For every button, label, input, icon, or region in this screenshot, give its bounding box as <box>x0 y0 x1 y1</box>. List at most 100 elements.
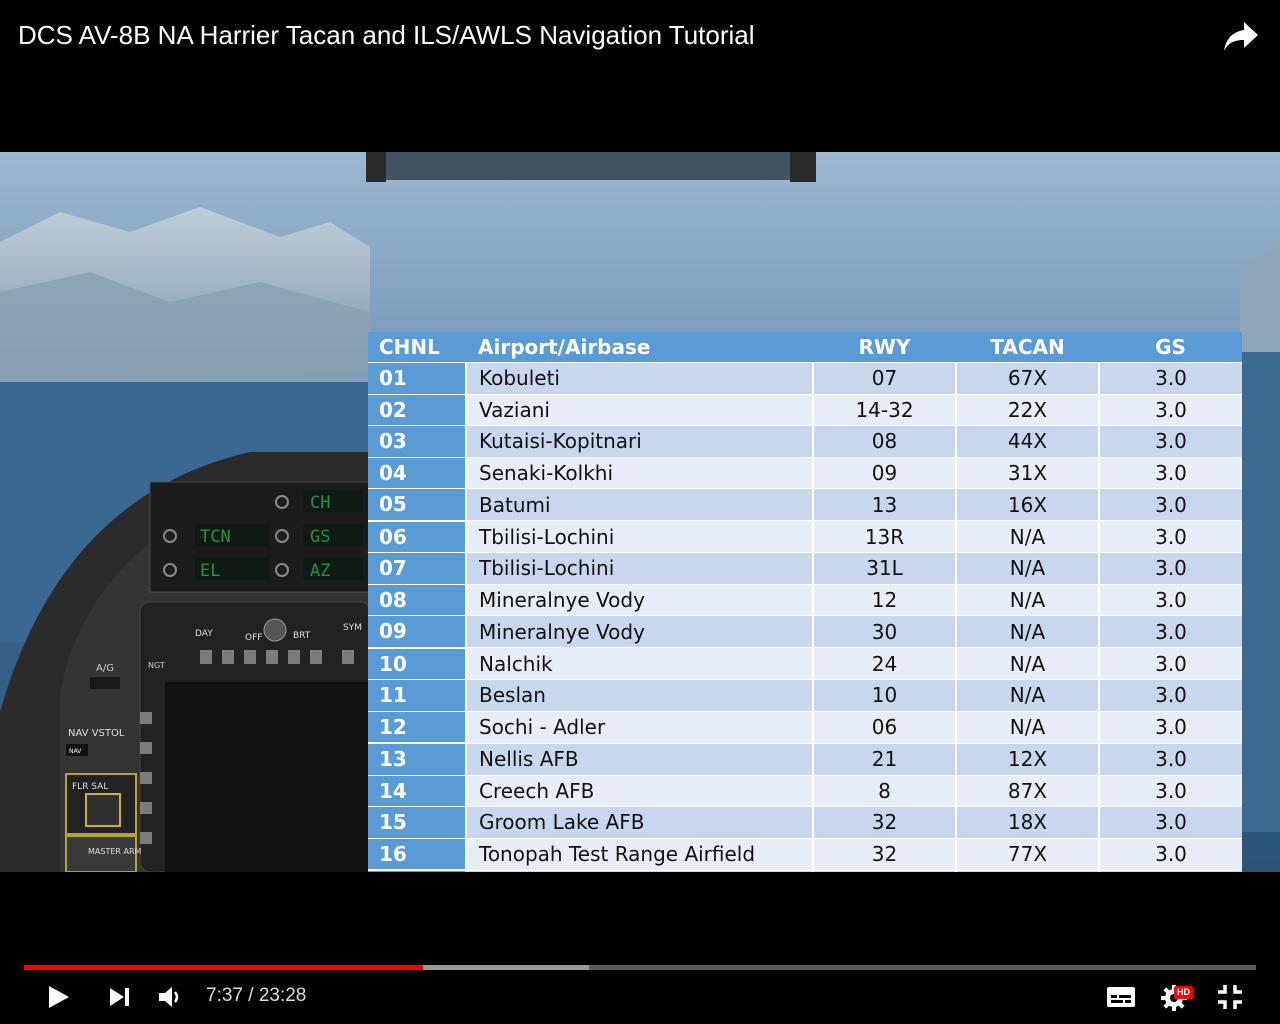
table-row: 04 Senaki-Kolkhi 09 31X 3.0 <box>368 456 1242 489</box>
subtitles-icon[interactable] <box>1106 985 1136 1009</box>
table-row: 09 Mineralnye Vody 30 N/A 3.0 <box>368 615 1242 648</box>
cell-chnl: 08 <box>368 583 466 616</box>
cell-gs: 3.0 <box>1098 583 1242 616</box>
sym-label: SYM <box>343 623 362 633</box>
table-row: 16 Tonopah Test Range Airfield 32 77X 3.0 <box>368 837 1242 870</box>
cell-tacan: N/A <box>955 710 1099 743</box>
hd-badge: HD <box>1174 986 1193 999</box>
cell-chnl: 15 <box>368 806 466 838</box>
cell-rwy: 21 <box>812 742 956 775</box>
cell-gs: 3.0 <box>1098 425 1242 457</box>
cell-tacan: 67X <box>955 362 1099 394</box>
cell-airport: Tbilisi-Lochini <box>465 552 813 584</box>
cell-chnl: 09 <box>368 615 466 648</box>
table-row: 01 Kobuleti 07 67X 3.0 <box>368 362 1242 394</box>
header-rwy: RWY <box>813 332 956 363</box>
az-label: AZ <box>310 561 330 581</box>
cell-tacan: 87X <box>955 774 1099 807</box>
cell-chnl: 11 <box>368 679 466 711</box>
exit-fullscreen-icon[interactable] <box>1216 983 1244 1011</box>
cell-chnl: 14 <box>368 774 466 807</box>
cell-airport: Beslan <box>465 679 813 711</box>
table-row: 03 Kutaisi-Kopitnari 08 44X 3.0 <box>368 425 1242 457</box>
cell-gs: 3.0 <box>1098 742 1242 775</box>
cell-rwy: 13 <box>812 488 956 521</box>
cell-chnl: 17 <box>368 869 466 872</box>
cell-tacan: N/A <box>955 647 1099 680</box>
share-arrow-icon[interactable] <box>1222 20 1260 54</box>
table-header-row: CHNL Airport/Airbase RWY TACAN GS <box>368 332 1242 363</box>
cell-tacan: 77X <box>955 837 1099 870</box>
cell-rwy: 32 <box>812 837 956 870</box>
ch-label: CH <box>310 493 330 513</box>
cell-tacan: N/A <box>955 520 1099 553</box>
table-row: 10 Nalchik 24 N/A 3.0 <box>368 646 1242 680</box>
table-row: 13 Nellis AFB 21 12X 3.0 <box>368 742 1242 775</box>
cell-chnl: 01 <box>368 362 466 394</box>
cell-rwy: 30 <box>812 615 956 648</box>
cell-chnl: 02 <box>368 393 466 426</box>
cell-airport: Mineralnye Vody <box>465 615 813 648</box>
header-tacan: TACAN <box>956 332 1099 363</box>
cell-airport: Groom Lake AFB <box>465 806 813 838</box>
volume-icon[interactable] <box>157 983 185 1011</box>
cell-airport: Nalchik <box>465 647 813 680</box>
time-total: 23:28 <box>258 985 307 1006</box>
play-icon[interactable] <box>44 983 72 1011</box>
cell-airport: Tonopah Test Range Airfield <box>465 869 813 872</box>
cell-chnl: 03 <box>368 425 466 457</box>
progress-bar[interactable] <box>24 965 1256 970</box>
cell-tacan: 16X <box>955 488 1099 521</box>
table-row: 07 Tbilisi-Lochini 31L N/A 3.0 <box>368 552 1242 584</box>
cell-tacan: N/A <box>955 679 1099 711</box>
cell-airport: Tbilisi-Lochini <box>465 520 813 553</box>
cell-gs: 3.0 <box>1098 774 1242 807</box>
cell-airport: Creech AFB <box>465 774 813 807</box>
cell-gs: 3.0 <box>1098 552 1242 584</box>
cell-rwy: 06 <box>812 710 956 743</box>
cell-rwy: 08 <box>812 425 956 457</box>
cell-rwy: 12 <box>812 583 956 616</box>
progress-played <box>24 965 424 970</box>
cell-gs: 3.0 <box>1098 647 1242 680</box>
settings-button[interactable]: HD <box>1160 980 1200 1014</box>
nav-vstol-label: NAV VSTOL <box>68 728 125 739</box>
cell-gs: 3.0 <box>1098 806 1242 838</box>
cell-gs: 3.0 <box>1098 393 1242 426</box>
cell-rwy: 14 <box>812 869 956 872</box>
header-gs: GS <box>1099 332 1242 363</box>
cell-tacan: N/A <box>955 615 1099 648</box>
table-row: 12 Sochi - Adler 06 N/A 3.0 <box>368 710 1242 743</box>
cell-rwy: 10 <box>812 679 956 711</box>
header-chnl: CHNL <box>368 332 466 363</box>
cell-rwy: 07 <box>812 362 956 394</box>
cell-gs: 3.0 <box>1098 869 1242 872</box>
cell-chnl: 16 <box>368 837 466 870</box>
cell-tacan: N/A <box>955 552 1099 584</box>
next-icon[interactable] <box>108 986 132 1008</box>
cell-gs: 3.0 <box>1098 710 1242 743</box>
cell-tacan: 22X <box>955 393 1099 426</box>
table-row: 08 Mineralnye Vody 12 N/A 3.0 <box>368 583 1242 616</box>
cell-airport: Kutaisi-Kopitnari <box>465 425 813 457</box>
cell-airport: Mineralnye Vody <box>465 583 813 616</box>
cell-tacan: 31X <box>955 456 1099 489</box>
cell-rwy: 32 <box>812 806 956 838</box>
table-row: 15 Groom Lake AFB 32 18X 3.0 <box>368 806 1242 838</box>
cell-tacan: 18X <box>955 806 1099 838</box>
cell-gs: 3.0 <box>1098 679 1242 711</box>
cell-airport: Tonopah Test Range Airfield <box>465 837 813 870</box>
video-title[interactable]: DCS AV-8B NA Harrier Tacan and ILS/AWLS … <box>18 20 755 51</box>
cell-tacan: N/A <box>955 583 1099 616</box>
video-frame[interactable]: CH TCN GS EL AZ DAY OFF BRT SYM A/G NGT … <box>0 152 1280 872</box>
cell-gs: 3.0 <box>1098 837 1242 870</box>
cell-chnl: 10 <box>368 646 466 680</box>
cell-airport: Nellis AFB <box>465 742 813 775</box>
table-row: 06 Tbilisi-Lochini 13R N/A 3.0 <box>368 519 1242 553</box>
cell-rwy: 8 <box>812 774 956 807</box>
cell-chnl: 07 <box>368 552 466 584</box>
nav-label: NAV <box>69 748 82 755</box>
table-row: 05 Batumi 13 16X 3.0 <box>368 488 1242 521</box>
cell-gs: 3.0 <box>1098 362 1242 394</box>
cell-gs: 3.0 <box>1098 456 1242 489</box>
